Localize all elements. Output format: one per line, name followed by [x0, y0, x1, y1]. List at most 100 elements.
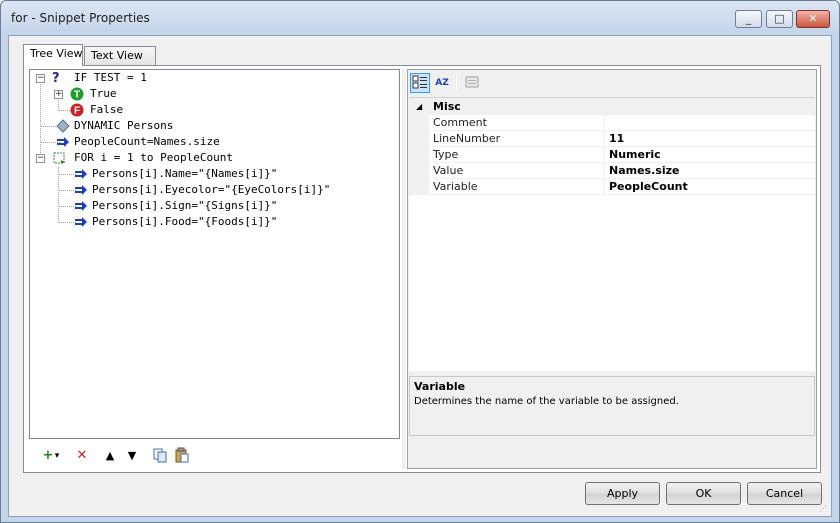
tree-node-label: Persons[i].Food="{Foods[i]}" — [92, 215, 278, 228]
false-badge-icon: F — [70, 103, 84, 117]
collapse-toggle[interactable]: − — [36, 154, 45, 163]
maximize-icon: □ — [774, 12, 785, 25]
toolbar-separator — [67, 448, 68, 464]
assign-arrow-icon — [75, 169, 87, 179]
property-row-linenumber[interactable]: LineNumber 11 — [409, 131, 815, 147]
categorized-icon — [412, 75, 427, 89]
row-gutter — [409, 115, 429, 131]
minimize-icon: _ — [745, 12, 752, 25]
tree-node-assign-sign[interactable]: Persons[i].Sign="{Signs[i]}" — [74, 198, 334, 214]
assign-arrow-icon — [75, 217, 87, 227]
property-name: Comment — [430, 115, 605, 131]
tree-node-label: False — [90, 103, 124, 116]
tab-text-view[interactable]: Text View — [84, 46, 156, 66]
for-loop-icon — [53, 152, 65, 164]
arrow-up-icon: ▲ — [105, 449, 115, 462]
tree-node-assign-peoplecount[interactable]: PeopleCount=Names.size — [56, 134, 256, 150]
help-title: Variable — [414, 380, 466, 393]
close-icon: ✕ — [808, 12, 818, 25]
cancel-button[interactable]: Cancel — [747, 482, 822, 505]
property-value[interactable] — [606, 115, 815, 131]
move-up-button[interactable]: ▲ — [101, 447, 119, 465]
true-badge-icon: T — [70, 87, 84, 101]
arrow-down-icon: ▼ — [127, 449, 137, 462]
dialog-window: for - Snippet Properties _ □ ✕ Tree View… — [0, 0, 840, 523]
collapse-triangle-icon: ◢ — [416, 102, 423, 111]
title-bar[interactable]: for - Snippet Properties _ □ ✕ — [1, 1, 839, 35]
tree-node-true[interactable]: T True — [68, 86, 148, 102]
assign-arrow-icon — [75, 185, 87, 195]
tree-node-assign-food[interactable]: Persons[i].Food="{Foods[i]}" — [74, 214, 334, 230]
add-node-dropdown[interactable]: ▾ — [52, 447, 62, 465]
snippet-tree[interactable]: − ? IF TEST = 1 + T True F False DYNAMIC… — [29, 69, 400, 439]
question-icon: ? — [52, 71, 60, 86]
tree-node-false[interactable]: F False — [68, 102, 148, 118]
tree-node-for[interactable]: FOR i = 1 to PeopleCount — [50, 150, 270, 166]
paste-button[interactable] — [173, 447, 191, 465]
toolbar-separator — [95, 448, 96, 464]
toolbar-separator — [456, 75, 457, 91]
category-label: Misc — [433, 100, 461, 113]
tree-connector — [58, 167, 59, 223]
tree-node-label: Persons[i].Name="{Names[i]}" — [92, 167, 278, 180]
help-description: Determines the name of the variable to b… — [414, 396, 679, 407]
toolbar-grip — [33, 448, 34, 464]
row-gutter — [409, 147, 429, 163]
tree-node-label: DYNAMIC Persons — [74, 119, 174, 132]
tree-node-assign-eyecolor[interactable]: Persons[i].Eyecolor="{EyeColors[i]}" — [74, 182, 364, 198]
property-grid: AZ ◢ Misc Comment LineNumber 11 Type Num… — [407, 69, 817, 469]
close-button[interactable]: ✕ — [796, 10, 830, 28]
paste-icon — [175, 447, 189, 463]
property-row-variable[interactable]: Variable PeopleCount — [409, 179, 815, 195]
tree-node-dynamic[interactable]: DYNAMIC Persons — [56, 118, 196, 134]
tree-toolbar: + ▾ ✕ ▲ ▼ — [29, 443, 400, 469]
property-row-value[interactable]: Value Names.size — [409, 163, 815, 179]
delete-node-button[interactable]: ✕ — [73, 447, 91, 465]
delete-icon: ✕ — [76, 448, 88, 463]
property-value[interactable]: Names.size — [606, 163, 815, 179]
tab-tree-view[interactable]: Tree View — [23, 44, 83, 66]
tree-node-if[interactable]: ? IF TEST = 1 — [50, 70, 190, 86]
property-row-comment[interactable]: Comment — [409, 115, 815, 131]
resize-grip-icon[interactable]: ⋰ — [819, 504, 829, 514]
collapse-toggle[interactable]: − — [36, 74, 45, 83]
copy-icon — [153, 448, 167, 463]
expand-toggle[interactable]: + — [54, 90, 63, 99]
property-value[interactable]: Numeric — [606, 147, 815, 163]
window-title: for - Snippet Properties — [11, 11, 150, 25]
row-gutter — [409, 163, 429, 179]
dynamic-diamond-icon — [56, 119, 70, 133]
property-value[interactable]: 11 — [606, 131, 815, 147]
maximize-button[interactable]: □ — [766, 10, 793, 28]
apply-button[interactable]: Apply — [585, 482, 660, 505]
tree-node-label: True — [90, 87, 117, 100]
copy-button[interactable] — [151, 447, 169, 465]
assign-arrow-icon — [75, 201, 87, 211]
assign-arrow-icon — [57, 137, 69, 147]
dialog-client: Tree View Text View − ? IF TEST = 1 + T … — [8, 35, 832, 517]
property-row-type[interactable]: Type Numeric — [409, 147, 815, 163]
property-pages-button[interactable] — [462, 73, 482, 93]
sort-az-icon: AZ — [435, 78, 449, 88]
chevron-down-icon: ▾ — [54, 451, 60, 461]
true-badge-letter: T — [74, 90, 80, 101]
ok-button[interactable]: OK — [666, 482, 741, 505]
property-name: Value — [430, 163, 605, 179]
move-down-button[interactable]: ▼ — [123, 447, 141, 465]
tree-node-assign-name[interactable]: Persons[i].Name="{Names[i]}" — [74, 166, 334, 182]
false-badge-letter: F — [74, 106, 80, 117]
property-value[interactable]: PeopleCount — [606, 179, 815, 195]
alphabetical-button[interactable]: AZ — [432, 73, 452, 93]
panel-splitter[interactable] — [402, 69, 406, 469]
property-help-panel: Variable Determines the name of the vari… — [409, 376, 815, 436]
categorized-button[interactable] — [410, 73, 430, 93]
property-grid-toolbar: AZ — [408, 70, 816, 96]
tree-node-label: PeopleCount=Names.size — [74, 135, 220, 148]
tree-node-label: Persons[i].Sign="{Signs[i]}" — [92, 199, 278, 212]
tree-view-panel: − ? IF TEST = 1 + T True F False DYNAMIC… — [23, 65, 821, 473]
row-gutter — [409, 179, 429, 195]
tree-node-label: FOR i = 1 to PeopleCount — [74, 151, 233, 164]
category-row-misc[interactable]: ◢ Misc — [409, 98, 815, 115]
property-name: Type — [430, 147, 605, 163]
minimize-button[interactable]: _ — [735, 10, 762, 28]
